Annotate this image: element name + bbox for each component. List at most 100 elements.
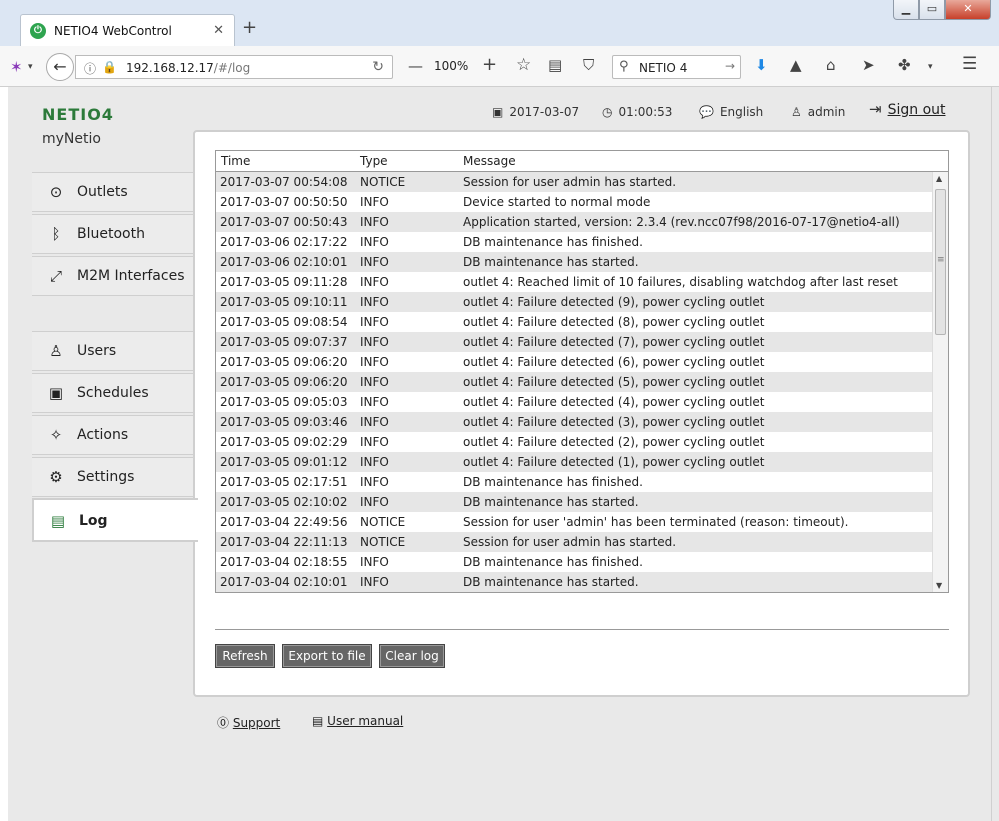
hamburger-menu-icon[interactable]: ☰	[962, 56, 977, 73]
bookmark-star-icon[interactable]: ☆	[516, 57, 531, 74]
addon-icon[interactable]: ✤	[898, 57, 911, 73]
zoom-level[interactable]: 100%	[434, 59, 468, 73]
table-scrollbar[interactable]: ▲ ≡ ▼	[932, 172, 948, 592]
back-button[interactable]: ←	[46, 53, 74, 81]
log-message: DB maintenance has started.	[463, 575, 639, 589]
scrollbar-thumb[interactable]: ≡	[935, 189, 946, 335]
log-message: outlet 4: Failure detected (3), power cy…	[463, 415, 765, 429]
sidebar-item-outlets[interactable]: ⊙ Outlets	[32, 172, 195, 212]
table-row[interactable]: 2017-03-06 02:17:22 INFO DB maintenance ha…	[216, 232, 932, 252]
close-window-button[interactable]: ✕	[945, 0, 991, 20]
header-time: ◷ 01:00:53	[602, 104, 672, 120]
sidebar-item-schedules[interactable]: ▣ Schedules	[32, 373, 195, 413]
gear-icon: ⚙	[49, 468, 63, 486]
browser-tab[interactable]: ⏻ NETIO4 WebControl ✕	[20, 14, 235, 46]
date-value: 2017-03-07	[509, 105, 580, 119]
tab-close-icon[interactable]: ✕	[213, 23, 224, 38]
sidebar-item-actions[interactable]: ✧ Actions	[32, 415, 195, 455]
log-type: INFO	[360, 575, 389, 589]
table-row[interactable]: 2017-03-04 22:11:13 NOTICE Session for use…	[216, 532, 932, 552]
refresh-button[interactable]: Refresh	[215, 644, 275, 668]
log-message: Session for user admin has started.	[463, 535, 677, 549]
table-row[interactable]: 2017-03-05 09:01:12 INFO outlet 4: Failure…	[216, 452, 932, 472]
page-body: NETIO4 myNetio ▣ 2017-03-07 ◷ 01:00:53 💬 En…	[8, 87, 991, 821]
table-row[interactable]: 2017-03-05 09:05:03 INFO outlet 4: Failure…	[216, 392, 932, 412]
log-type: INFO	[360, 295, 389, 309]
log-time: 2017-03-05 09:02:29	[220, 435, 348, 449]
log-time: 2017-03-05 09:01:12	[220, 455, 348, 469]
table-row[interactable]: 2017-03-05 02:17:51 INFO DB maintenance ha…	[216, 472, 932, 492]
support-link[interactable]: ⓪ Support	[217, 714, 280, 731]
table-row[interactable]: 2017-03-05 09:03:46 INFO outlet 4: Failure…	[216, 412, 932, 432]
sidebar-item-bluetooth[interactable]: ᛒ Bluetooth	[32, 214, 195, 254]
maximize-button[interactable]: ▭	[919, 0, 945, 20]
column-header-time: Time	[221, 154, 251, 168]
new-tab-icon[interactable]: +	[242, 19, 257, 37]
dropdown-arrow-icon[interactable]: ▾	[28, 59, 33, 75]
user-manual-label: User manual	[327, 714, 404, 728]
table-row[interactable]: 2017-03-07 00:50:50 INFO Device started to…	[216, 192, 932, 212]
table-row[interactable]: 2017-03-05 09:11:28 INFO outlet 4: Reached…	[216, 272, 932, 292]
sidebar-item-users[interactable]: ♙ Users	[32, 331, 195, 371]
overflow-arrow-icon[interactable]: ▾	[928, 59, 933, 75]
search-go-icon[interactable]: →	[725, 59, 735, 73]
reading-list-icon[interactable]: ▤	[548, 57, 562, 73]
clear-log-button[interactable]: Clear log	[379, 644, 445, 668]
language-value: English	[719, 105, 764, 119]
table-row[interactable]: 2017-03-05 09:06:20 INFO outlet 4: Failure…	[216, 352, 932, 372]
minimize-button[interactable]: ▁	[893, 0, 919, 20]
log-rows: 2017-03-07 00:54:08 NOTICE Session for use…	[216, 172, 932, 592]
address-bar[interactable]: ⓘ 🔒 192.168.12.17/#/log ↻	[75, 55, 393, 79]
log-type: INFO	[360, 275, 389, 289]
table-row[interactable]: 2017-03-06 02:10:01 INFO DB maintenance ha…	[216, 252, 932, 272]
sidebar-item-settings[interactable]: ⚙ Settings	[32, 457, 195, 497]
table-row[interactable]: 2017-03-07 00:54:08 NOTICE Session for use…	[216, 172, 932, 192]
log-panel: Time Type Message 2017-03-07 00:54:08 NOT…	[193, 130, 970, 697]
user-manual-link[interactable]: ▤ User manual	[312, 714, 403, 728]
table-row[interactable]: 2017-03-05 09:06:20 INFO outlet 4: Failure…	[216, 372, 932, 392]
table-row[interactable]: 2017-03-05 09:07:37 INFO outlet 4: Failure…	[216, 332, 932, 352]
pocket-icon[interactable]: ⛉	[583, 57, 594, 73]
reload-icon[interactable]: ↻	[372, 59, 384, 75]
log-type: INFO	[360, 435, 389, 449]
log-type: INFO	[360, 315, 389, 329]
log-table[interactable]: Time Type Message 2017-03-07 00:54:08 NOT…	[215, 150, 949, 593]
scroll-down-icon[interactable]: ▼	[936, 581, 942, 590]
sidebar-item-log[interactable]: ▤ Log	[32, 498, 198, 542]
browser-menu-icon[interactable]: ✶	[10, 59, 23, 75]
signout-link[interactable]: ⇥ Sign out	[869, 101, 946, 118]
table-row[interactable]: 2017-03-05 02:10:02 INFO DB maintenance ha…	[216, 492, 932, 512]
zoom-in-icon[interactable]: +	[482, 56, 497, 74]
log-time: 2017-03-05 09:05:03	[220, 395, 348, 409]
table-row[interactable]: 2017-03-04 22:49:56 NOTICE Session for use…	[216, 512, 932, 532]
search-box[interactable]: ⚲ NETIO 4 →	[612, 55, 741, 79]
url-text[interactable]: 192.168.12.17/#/log	[126, 61, 250, 75]
log-time: 2017-03-04 02:18:55	[220, 555, 348, 569]
language-selector[interactable]: 💬 English	[699, 104, 763, 120]
log-type: INFO	[360, 395, 389, 409]
export-button[interactable]: Export to file	[282, 644, 372, 668]
log-message: DB maintenance has started.	[463, 255, 639, 269]
page-scrollbar[interactable]	[991, 87, 999, 821]
table-row[interactable]: 2017-03-05 09:08:54 INFO outlet 4: Failure…	[216, 312, 932, 332]
info-icon[interactable]: ⓘ	[84, 60, 96, 77]
table-row[interactable]: 2017-03-04 02:18:55 INFO DB maintenance ha…	[216, 552, 932, 572]
log-type: INFO	[360, 355, 389, 369]
table-row[interactable]: 2017-03-04 02:10:01 INFO DB maintenance ha…	[216, 572, 932, 592]
sidebar-item-m2m-interfaces[interactable]: ⤢ M2M Interfaces	[32, 256, 195, 296]
extension-icon[interactable]: ▲	[790, 57, 802, 73]
table-row[interactable]: 2017-03-05 09:10:11 INFO outlet 4: Failure…	[216, 292, 932, 312]
log-time: 2017-03-07 00:50:50	[220, 195, 348, 209]
table-row[interactable]: 2017-03-07 00:50:43 INFO Application start…	[216, 212, 932, 232]
home-icon[interactable]: ⌂	[826, 57, 836, 73]
insecure-lock-icon[interactable]: 🔒	[102, 60, 117, 74]
send-icon[interactable]: ➤	[862, 57, 875, 73]
log-type: INFO	[360, 375, 389, 389]
download-icon[interactable]: ⬇	[755, 57, 768, 73]
zoom-out-icon[interactable]: —	[408, 58, 423, 74]
search-text[interactable]: NETIO 4	[639, 61, 687, 75]
scroll-up-icon[interactable]: ▲	[936, 174, 942, 183]
table-row[interactable]: 2017-03-05 09:02:29 INFO outlet 4: Failure…	[216, 432, 932, 452]
user-menu[interactable]: ♙ admin	[791, 104, 845, 120]
log-type: INFO	[360, 475, 389, 489]
